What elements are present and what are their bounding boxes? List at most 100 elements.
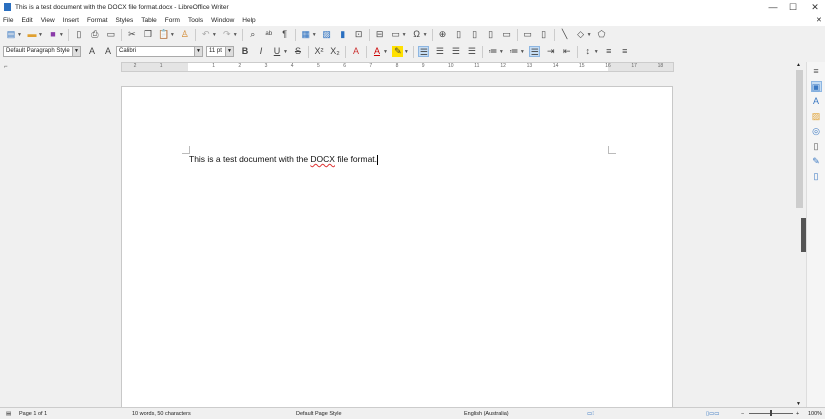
copy-icon[interactable]: ❐ [142, 29, 153, 40]
styles-icon[interactable]: A [811, 96, 822, 107]
special-character-icon[interactable]: Ω [411, 29, 422, 40]
find-replace-icon[interactable]: ⌕ [247, 29, 258, 40]
chevron-down-icon[interactable]: ▼ [170, 32, 175, 38]
new-style-icon[interactable]: A [103, 46, 114, 57]
align-left-icon[interactable]: ☰ [418, 46, 430, 57]
chevron-down-icon[interactable]: ▼ [402, 32, 407, 38]
insert-table-icon[interactable]: ▦ [300, 29, 311, 40]
justify-icon[interactable]: ☰ [466, 46, 477, 57]
properties-icon[interactable]: ▣ [810, 81, 822, 92]
menu-view[interactable]: View [41, 17, 55, 24]
chevron-down-icon[interactable]: ▼ [587, 32, 592, 38]
comment-icon[interactable]: ▭ [522, 29, 533, 40]
redo-icon[interactable]: ↷ [221, 29, 232, 40]
text-language[interactable]: English (Australia) [464, 411, 509, 417]
chevron-down-icon[interactable]: ▼ [194, 47, 202, 56]
page-style[interactable]: Default Page Style [296, 411, 342, 417]
align-center-icon[interactable]: ☰ [434, 46, 445, 57]
align-right-icon[interactable]: ☰ [450, 46, 461, 57]
maximize-button[interactable]: ☐ [783, 0, 803, 14]
undo-icon[interactable]: ↶ [200, 29, 211, 40]
chevron-down-icon[interactable]: ▼ [283, 49, 288, 55]
font-size-select[interactable]: 11 pt ▼ [206, 46, 234, 57]
unordered-list-icon[interactable]: ≔ [487, 46, 498, 57]
menu-file[interactable]: File [3, 17, 13, 24]
insert-textbox-icon[interactable]: ⊡ [353, 29, 364, 40]
zoom-in-icon[interactable]: + [796, 411, 799, 417]
line-icon[interactable]: ╲ [559, 29, 570, 40]
decrease-paragraph-spacing-icon[interactable]: ≡ [619, 46, 630, 57]
chevron-down-icon[interactable]: ▼ [499, 49, 504, 55]
chevron-down-icon[interactable]: ▼ [38, 32, 43, 38]
chevron-down-icon[interactable]: ▼ [594, 49, 599, 55]
chevron-down-icon[interactable]: ▼ [520, 49, 525, 55]
basic-shapes-icon[interactable]: ◇ [575, 29, 586, 40]
draw-functions-icon[interactable]: ⬠ [596, 29, 607, 40]
strikethrough-icon[interactable]: S [292, 46, 303, 57]
menu-format[interactable]: Format [87, 17, 108, 24]
gallery-icon[interactable]: ▨ [811, 111, 822, 122]
chevron-down-icon[interactable]: ▼ [17, 32, 22, 38]
paragraph-style-select[interactable]: Default Paragraph Style ▼ [3, 46, 81, 57]
track-changes-icon[interactable]: ▯ [538, 29, 549, 40]
navigator-icon[interactable]: ◎ [811, 126, 822, 137]
font-color-icon[interactable]: A [371, 46, 382, 57]
no-list-icon[interactable]: ☰ [529, 46, 541, 57]
endnote-icon[interactable]: ▯ [469, 29, 480, 40]
print-icon[interactable]: ⎙ [89, 29, 100, 40]
subscript-icon[interactable]: X₂ [329, 46, 340, 57]
ordered-list-icon[interactable]: ≔ [508, 46, 519, 57]
page-icon[interactable]: ▯ [811, 141, 822, 152]
new-document-icon[interactable]: ▤ [6, 29, 17, 40]
italic-icon[interactable]: I [256, 46, 267, 57]
document-paragraph[interactable]: This is a test document with the DOCX fi… [189, 154, 379, 165]
misspelled-word[interactable]: DOCX [310, 154, 335, 164]
font-name-select[interactable]: Calibri ▼ [116, 46, 203, 57]
page-number[interactable]: Page 1 of 1 [19, 411, 47, 417]
menu-insert[interactable]: Insert [63, 17, 79, 24]
menu-window[interactable]: Window [211, 17, 234, 24]
chevron-down-icon[interactable]: ▼ [233, 32, 238, 38]
underline-icon[interactable]: U [272, 46, 283, 57]
spelling-icon[interactable]: ᵃᵇ [263, 29, 274, 40]
save-icon[interactable]: ■ [47, 29, 58, 40]
update-style-icon[interactable]: A [87, 46, 98, 57]
menu-styles[interactable]: Styles [116, 17, 134, 24]
word-count[interactable]: 10 words, 50 characters [132, 411, 191, 417]
chevron-down-icon[interactable]: ▼ [404, 49, 409, 55]
paste-icon[interactable]: 📋 [158, 29, 169, 40]
bookmark-icon[interactable]: ▯ [485, 29, 496, 40]
view-layout-icons[interactable]: ▯▭▭ [706, 411, 719, 417]
menu-tools[interactable]: Tools [188, 17, 203, 24]
increase-paragraph-spacing-icon[interactable]: ≡ [603, 46, 614, 57]
insert-image-icon[interactable]: ▨ [321, 29, 332, 40]
chevron-down-icon[interactable]: ▼ [383, 49, 388, 55]
sidebar-menu-icon[interactable]: ≡ [811, 66, 822, 77]
clone-formatting-icon[interactable]: ♙ [179, 29, 190, 40]
decrease-indent-icon[interactable]: ⇤ [561, 46, 572, 57]
insert-page-break-icon[interactable]: ⊟ [374, 29, 385, 40]
chevron-down-icon[interactable]: ▼ [423, 32, 428, 38]
horizontal-ruler[interactable]: 2 1 1 2 3 4 5 6 7 8 9 10 11 12 13 14 15 16 17 18 [121, 62, 674, 72]
highlight-color-icon[interactable]: ✎ [392, 46, 404, 57]
hyperlink-icon[interactable]: ⊕ [437, 29, 448, 40]
insert-field-icon[interactable]: ▭ [390, 29, 401, 40]
close-document-button[interactable]: ✕ [816, 16, 822, 24]
selection-mode-icon[interactable]: ▭⁝ [587, 411, 594, 417]
formatting-marks-icon[interactable]: ¶ [279, 29, 290, 40]
line-spacing-icon[interactable]: ↕ [582, 46, 593, 57]
chevron-down-icon[interactable]: ▼ [212, 32, 217, 38]
tab-stop-selector[interactable]: ⌐ [4, 64, 8, 70]
zoom-slider-thumb[interactable] [770, 410, 772, 416]
open-folder-icon[interactable]: ▬ [26, 29, 37, 40]
clear-formatting-icon[interactable]: A [350, 46, 361, 57]
print-preview-icon[interactable]: ▭ [105, 29, 116, 40]
chevron-down-icon[interactable]: ▼ [59, 32, 64, 38]
bold-icon[interactable]: B [240, 46, 251, 57]
style-inspector-icon[interactable]: ✎ [811, 156, 822, 167]
superscript-icon[interactable]: X² [313, 46, 324, 57]
scrollbar-thumb[interactable] [796, 70, 803, 208]
export-pdf-icon[interactable]: ▯ [73, 29, 84, 40]
cut-icon[interactable]: ✂ [126, 29, 137, 40]
menu-form[interactable]: Form [165, 17, 180, 24]
